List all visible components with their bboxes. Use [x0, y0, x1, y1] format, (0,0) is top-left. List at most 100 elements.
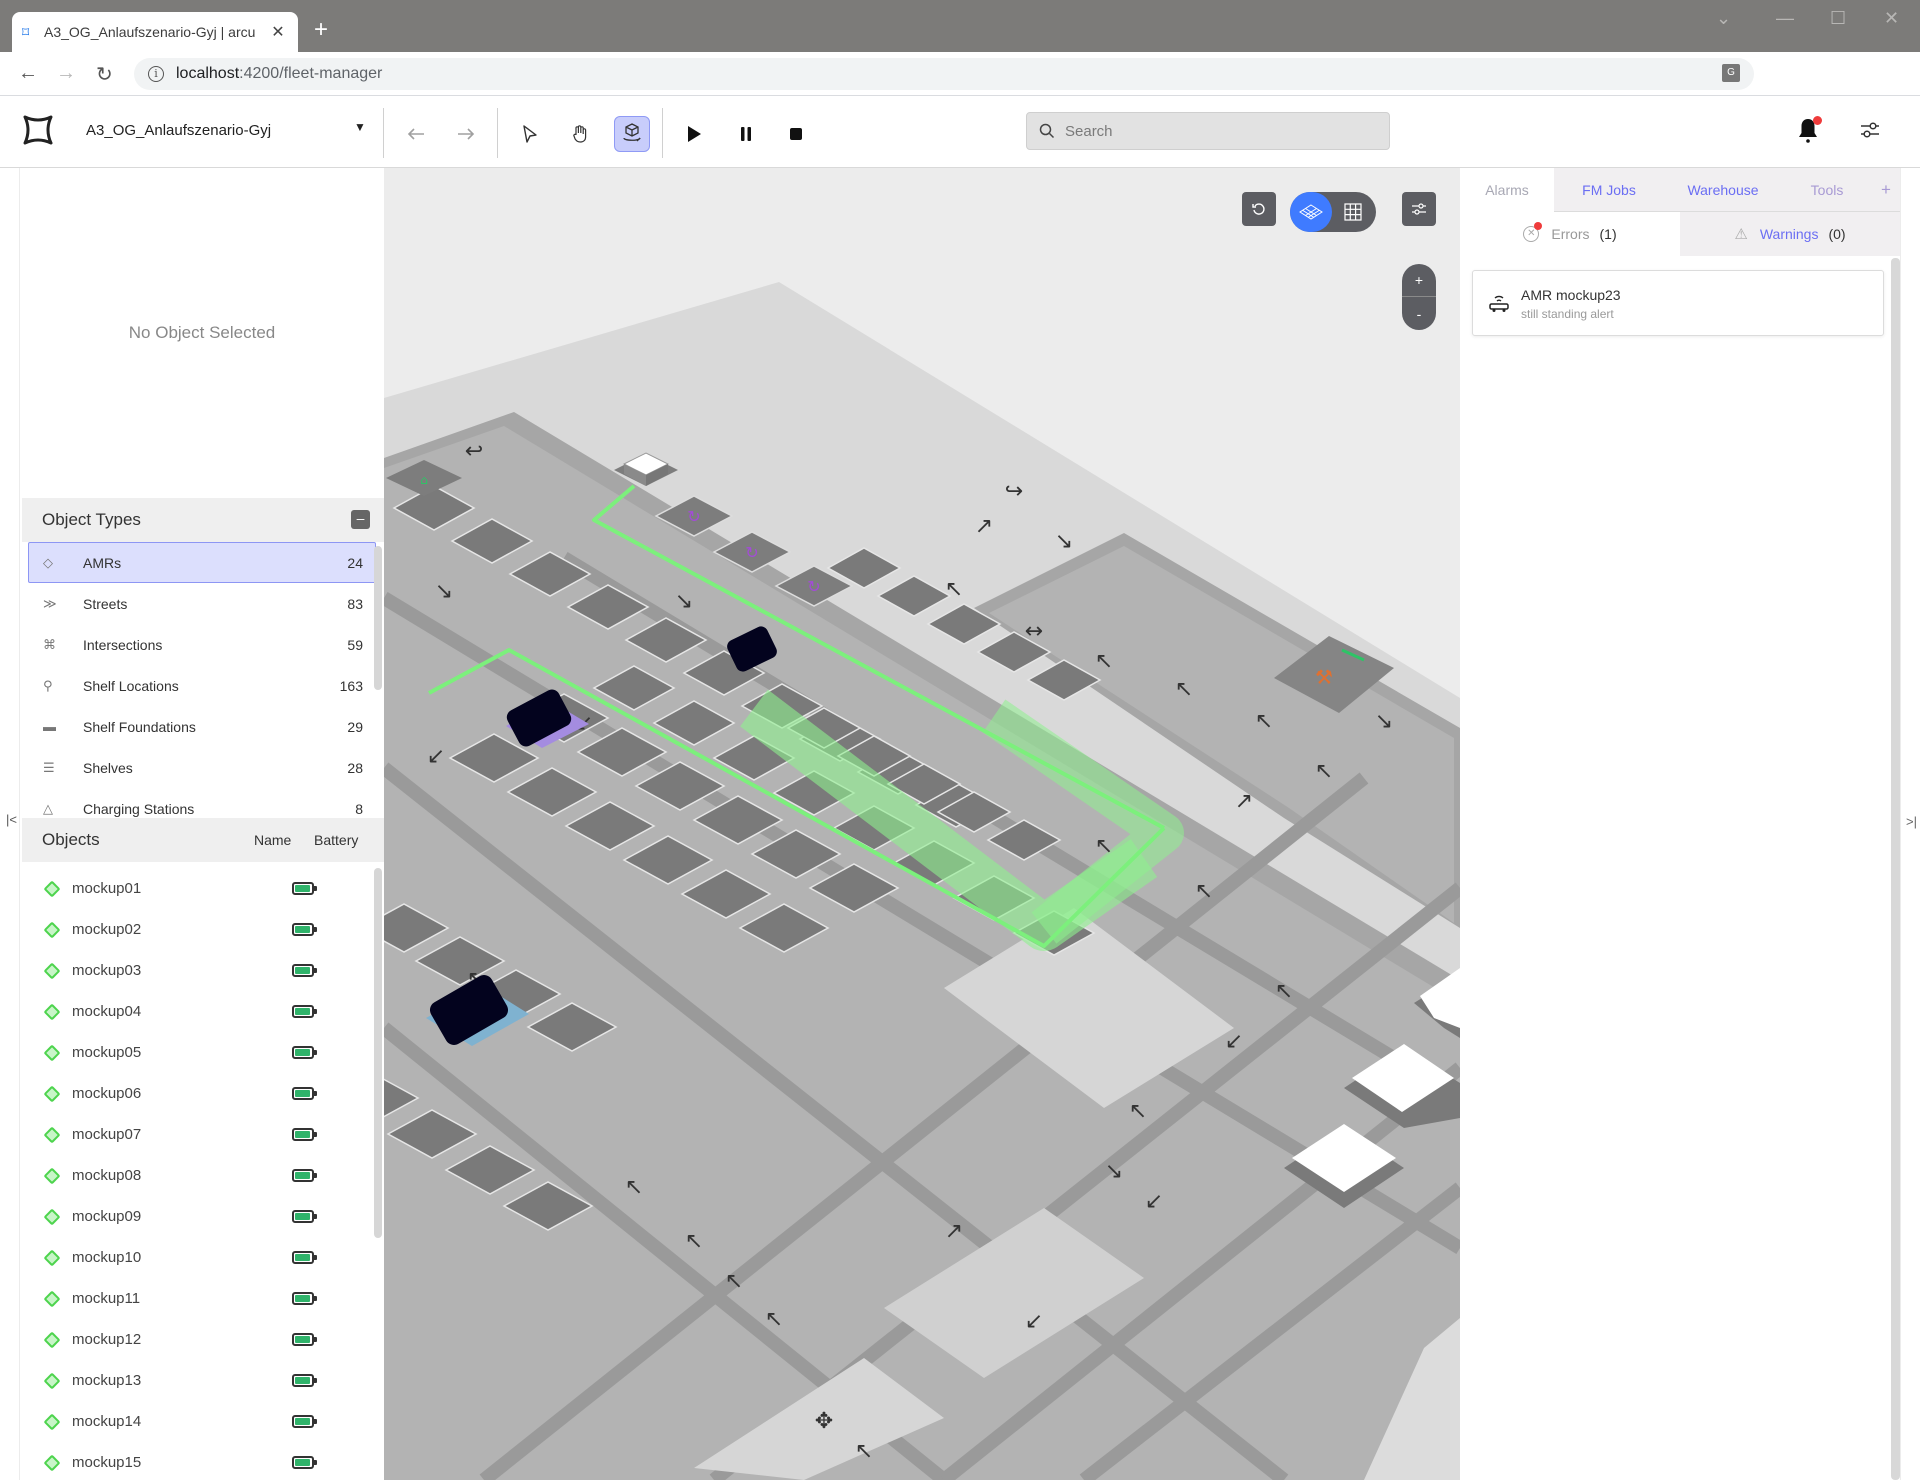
collapse-left-panel-icon[interactable]: |<: [6, 812, 17, 827]
map-settings-button[interactable]: [1402, 192, 1436, 226]
translate-icon[interactable]: G: [1722, 64, 1740, 82]
toolbar-divider: [662, 108, 663, 158]
object-row[interactable]: mockup14: [20, 1401, 384, 1442]
undo-button[interactable]: [398, 116, 434, 152]
app-toolbar: A3_OG_Anlaufszenario-Gyj ▼: [0, 96, 1920, 168]
object-row[interactable]: mockup15: [20, 1442, 384, 1480]
object-type-row[interactable]: ⌘ Intersections 59: [28, 624, 376, 665]
subtab-errors[interactable]: ✕ Errors (1): [1460, 212, 1680, 256]
object-type-row[interactable]: ▬ Shelf Foundations 29: [28, 706, 376, 747]
2d-view-option[interactable]: [1332, 192, 1374, 232]
object-type-count: 29: [347, 718, 363, 735]
alert-item[interactable]: AMR mockup23 still standing alert: [1472, 270, 1884, 336]
object-type-row[interactable]: ⚲ Shelf Locations 163: [28, 665, 376, 706]
object-name: mockup02: [72, 921, 142, 938]
object-row[interactable]: mockup05: [20, 1032, 384, 1073]
object-row[interactable]: mockup03: [20, 950, 384, 991]
right-panel: Alarms FM Jobs Warehouse Tools + ✕ Error…: [1460, 168, 1900, 1480]
browser-tab[interactable]: ⌑ A3_OG_Anlaufszenario-Gyj | arcu ✕: [12, 12, 298, 52]
tab-tools[interactable]: Tools: [1782, 168, 1872, 212]
back-icon[interactable]: ←: [18, 62, 38, 85]
play-button[interactable]: [676, 116, 712, 152]
url-field[interactable]: i localhost:4200/fleet-manager G: [134, 58, 1754, 90]
arrow-left-icon: [407, 128, 424, 140]
tab-search-icon[interactable]: ⌄: [1716, 8, 1731, 29]
object-type-row[interactable]: ☰ Shelves 28: [28, 747, 376, 788]
object-row[interactable]: mockup11: [20, 1278, 384, 1319]
url-host: localhost: [176, 65, 240, 82]
project-name[interactable]: A3_OG_Anlaufszenario-Gyj: [86, 122, 271, 139]
object-row[interactable]: mockup08: [20, 1155, 384, 1196]
object-type-label: Charging Stations: [83, 800, 195, 817]
app-favicon-icon: ⌑: [22, 23, 30, 40]
direction-arrow-icon: ↘: [435, 579, 453, 604]
direction-arrow-icon: ↖: [765, 1307, 783, 1332]
object-row[interactable]: mockup07: [20, 1114, 384, 1155]
battery-level: [295, 1295, 310, 1302]
browser-tab-title: A3_OG_Anlaufszenario-Gyj | arcu: [44, 24, 256, 40]
object-row[interactable]: mockup09: [20, 1196, 384, 1237]
object-type-row[interactable]: △ Charging Stations 8: [28, 788, 376, 818]
tab-alarms[interactable]: Alarms: [1460, 168, 1554, 212]
object-types-scrollbar[interactable]: [374, 546, 382, 690]
pan-tool-button[interactable]: [562, 116, 598, 152]
redo-button[interactable]: [448, 116, 484, 152]
object-type-label: Intersections: [83, 636, 163, 653]
amr-status-icon: [43, 1208, 61, 1225]
collapse-right-panel-icon[interactable]: >|: [1906, 814, 1917, 829]
add-tab-button[interactable]: +: [1872, 168, 1900, 212]
column-header-battery[interactable]: Battery: [314, 832, 358, 848]
right-panel-scrollbar[interactable]: [1891, 258, 1900, 1480]
new-tab-button[interactable]: +: [314, 16, 328, 44]
direction-arrow-icon: ↘: [1105, 1159, 1123, 1184]
layers-3d-icon: [1299, 204, 1323, 220]
zoom-in-button[interactable]: +: [1402, 264, 1436, 297]
site-info-icon[interactable]: i: [148, 66, 164, 82]
object-type-row[interactable]: ≫ Streets 83: [28, 583, 376, 624]
select-tool-button[interactable]: [512, 116, 548, 152]
warehouse-3d-scene[interactable]: ↻ ↻ ↻ ⌂ ⚒ ↩↘↙↘↗↖↖↖↖↖↖✥↖↗↙↙↘↙↖↔↖↖↖↖↘↗↪↘↖↖: [384, 168, 1460, 1480]
direction-arrow-icon: ↗: [1235, 789, 1253, 814]
objects-title: Objects: [42, 830, 100, 849]
notifications-button[interactable]: [1796, 116, 1824, 148]
object-row[interactable]: mockup01: [20, 868, 384, 909]
amr-status-icon: [43, 1003, 61, 1020]
column-header-name[interactable]: Name: [254, 832, 291, 848]
search-input[interactable]: [1065, 122, 1365, 140]
view-mode-toggle[interactable]: [1290, 192, 1376, 232]
object-row[interactable]: mockup04: [20, 991, 384, 1032]
object-row[interactable]: mockup12: [20, 1319, 384, 1360]
map-viewport[interactable]: ↻ ↻ ↻ ⌂ ⚒ ↩ ↘ ↙ ↘ ↗ ↖ ↖ ↖ ↖ ↖ ↖ ✥ ↖ ↗ ↙ …: [384, 168, 1460, 1480]
tab-fm-jobs[interactable]: FM Jobs: [1554, 168, 1664, 212]
app-logo-icon[interactable]: [22, 114, 54, 146]
object-row[interactable]: mockup06: [20, 1073, 384, 1114]
object-type-row[interactable]: ◇ AMRs 24: [28, 542, 376, 583]
forward-icon[interactable]: →: [56, 62, 76, 85]
reset-view-button[interactable]: [1242, 192, 1276, 226]
search-field[interactable]: [1026, 112, 1390, 150]
subtab-warnings[interactable]: ⚠ Warnings (0): [1680, 212, 1900, 256]
battery-icon: [292, 882, 317, 895]
stop-button[interactable]: [778, 116, 814, 152]
object-row[interactable]: mockup10: [20, 1237, 384, 1278]
amr-status-icon: [43, 1085, 61, 1102]
reload-icon[interactable]: ↻: [96, 62, 113, 87]
amr-status-icon: [43, 1454, 61, 1471]
close-tab-icon[interactable]: ✕: [268, 22, 288, 42]
object-row[interactable]: mockup02: [20, 909, 384, 950]
collapse-object-types-button[interactable]: –: [351, 510, 370, 529]
rotate-3d-tool-button[interactable]: [614, 116, 650, 152]
window-close-icon[interactable]: ✕: [1884, 8, 1899, 29]
maximize-icon[interactable]: ☐: [1830, 8, 1846, 29]
objects-scrollbar[interactable]: [374, 868, 382, 1238]
3d-view-option[interactable]: [1290, 192, 1332, 232]
battery-level: [295, 1459, 310, 1466]
object-row[interactable]: mockup13: [20, 1360, 384, 1401]
tab-warehouse[interactable]: Warehouse: [1664, 168, 1782, 212]
zoom-out-button[interactable]: -: [1402, 297, 1436, 330]
settings-button[interactable]: [1858, 118, 1886, 146]
direction-arrow-icon: ↖: [625, 1175, 643, 1200]
minimize-icon[interactable]: —: [1776, 8, 1794, 29]
project-dropdown-icon[interactable]: ▼: [354, 120, 366, 134]
pause-button[interactable]: [728, 116, 764, 152]
